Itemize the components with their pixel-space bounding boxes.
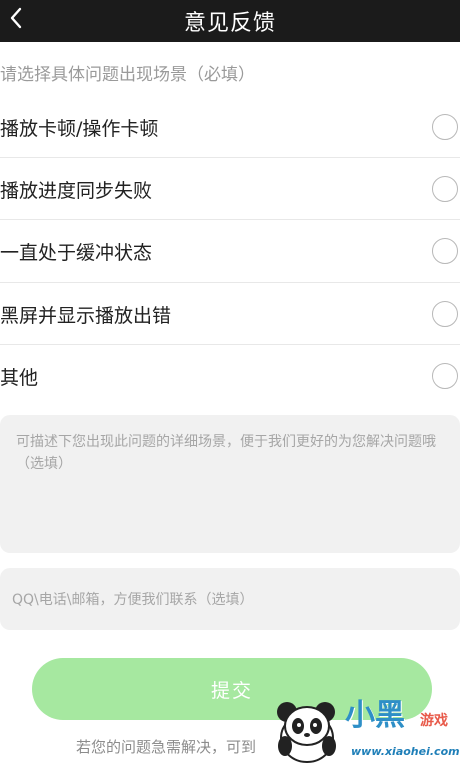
feedback-form: 请选择具体问题出现场景（必填） 播放卡顿/操作卡顿 播放进度同步失败 一直处于缓… — [0, 42, 460, 765]
watermark-sub: 游戏 — [420, 713, 448, 729]
radio-button[interactable] — [432, 114, 458, 140]
option-black-screen[interactable]: 黑屏并显示播放出错 — [0, 283, 460, 345]
watermark-brand: 小黑 — [345, 698, 405, 733]
option-other[interactable]: 其他 — [0, 345, 460, 407]
chevron-left-icon — [10, 7, 22, 29]
option-sync-failed[interactable]: 播放进度同步失败 — [0, 158, 460, 220]
radio-button[interactable] — [432, 176, 458, 202]
option-buffering[interactable]: 一直处于缓冲状态 — [0, 220, 460, 282]
option-stutter[interactable]: 播放卡顿/操作卡顿 — [0, 96, 460, 158]
panda-mascot-icon — [277, 702, 336, 763]
option-label: 其他 — [0, 366, 39, 389]
option-label: 播放进度同步失败 — [0, 179, 153, 202]
app-header: 意见反馈 — [0, 0, 460, 42]
scene-prompt: 请选择具体问题出现场景（必填） — [0, 65, 255, 85]
radio-button[interactable] — [432, 363, 458, 389]
detail-textarea[interactable]: 可描述下您出现此问题的详细场景，便于我们更好的为您解决问题哦（选填） — [0, 415, 460, 553]
back-button[interactable] — [4, 4, 28, 32]
contact-input[interactable]: QQ\电话\邮箱，方便我们联系（选填） — [0, 568, 460, 630]
option-label: 一直处于缓冲状态 — [0, 241, 153, 264]
option-label: 播放卡顿/操作卡顿 — [0, 117, 159, 140]
watermark-logo: 小黑 游戏 www.xiaohei.com — [265, 688, 460, 765]
option-label: 黑屏并显示播放出错 — [0, 304, 172, 327]
page-title: 意见反馈 — [183, 11, 276, 36]
watermark-url: www.xiaohei.com — [351, 745, 460, 758]
radio-button[interactable] — [432, 238, 458, 264]
footer-note: 若您的问题急需解决，可到 — [76, 738, 257, 756]
radio-button[interactable] — [432, 301, 458, 327]
